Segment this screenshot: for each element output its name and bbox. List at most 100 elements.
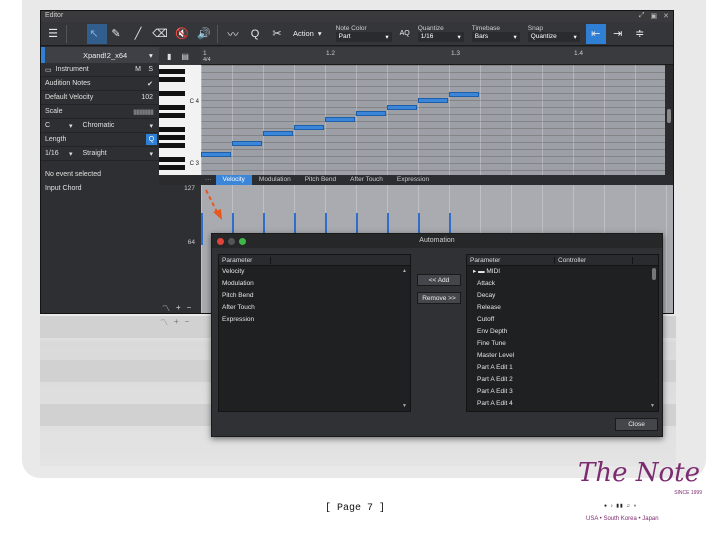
paint-tool-icon[interactable]: ╱	[128, 24, 148, 44]
instrument-select[interactable]: Xpand!2_x64 ▾	[41, 47, 159, 63]
zoom-dot-icon[interactable]	[239, 238, 246, 245]
restore-icon[interactable]: ▣	[651, 12, 658, 20]
velocity-bar[interactable]	[201, 213, 203, 245]
chevron-down-icon: ▾	[317, 29, 322, 38]
length-value[interactable]: 1/16	[45, 150, 69, 157]
scale-type[interactable]: Chromatic	[83, 122, 115, 129]
list-item[interactable]: Part A Edit 2	[467, 374, 658, 386]
list-item[interactable]: Modulation	[219, 278, 410, 290]
default-velocity-label: Default Velocity	[45, 94, 94, 101]
midi-note[interactable]	[387, 105, 417, 110]
pin-icon[interactable]: ⤢	[639, 12, 645, 20]
audition-checkbox[interactable]: ✔	[147, 80, 153, 88]
auto-quantize-button[interactable]: AQ	[400, 30, 410, 37]
list-item[interactable]: Env Depth	[467, 326, 658, 338]
callout-arrow	[205, 189, 222, 220]
snap-toggle-icon[interactable]: ⇤	[585, 23, 606, 44]
zoom-toggle-icon[interactable]: ≑	[630, 24, 650, 44]
lane-menu-icon[interactable]: ···	[201, 175, 216, 185]
eraser-tool-icon[interactable]: ⌫	[150, 24, 170, 44]
black-key[interactable]	[159, 69, 185, 74]
menu-icon[interactable]: ☰	[43, 24, 63, 44]
midi-note[interactable]	[356, 111, 386, 116]
tab-modulation[interactable]: Modulation	[252, 175, 298, 185]
list-item[interactable]: Part A Edit 4	[467, 398, 658, 410]
black-key[interactable]	[159, 127, 185, 132]
lane-curve-icon[interactable]: 〽	[162, 303, 170, 313]
piano-keyboard[interactable]: C 4 C 3	[159, 65, 201, 175]
quantize-icon[interactable]: Q	[245, 24, 265, 44]
list-item[interactable]: After Touch	[219, 302, 410, 314]
list-item[interactable]: Cutoff	[467, 314, 658, 326]
mute-button[interactable]: M	[135, 66, 141, 73]
midi-note[interactable]	[263, 131, 293, 136]
listen-tool-icon[interactable]: 🔊	[194, 24, 214, 44]
midi-folder[interactable]: ▸ ▬ MIDI	[467, 266, 658, 278]
mute-tool-icon[interactable]: 🔇	[172, 24, 192, 44]
quantize-control[interactable]: Quantize 1/16 ▾	[417, 25, 464, 42]
length-quantize-button[interactable]: Q	[146, 134, 157, 145]
action-menu[interactable]: Action ▾	[293, 29, 322, 38]
pencil-tool-icon[interactable]: ✎	[106, 24, 126, 44]
scroll-down-icon[interactable]: ▼	[402, 403, 407, 409]
track-icon[interactable]: ▮	[167, 52, 171, 61]
tab-after-touch[interactable]: After Touch	[343, 175, 390, 185]
black-key[interactable]	[159, 113, 185, 118]
scrollbar-thumb[interactable]	[652, 268, 656, 280]
tab-expression[interactable]: Expression	[390, 175, 436, 185]
input-chord-row[interactable]: Input Chord	[41, 181, 159, 195]
close-button[interactable]: Close	[615, 418, 658, 431]
tab-pitch-bend[interactable]: Pitch Bend	[298, 175, 343, 185]
length-mode[interactable]: Straight	[83, 150, 107, 157]
black-key[interactable]	[159, 165, 185, 170]
tab-velocity[interactable]: Velocity	[215, 175, 252, 185]
add-button[interactable]: << Add	[417, 274, 461, 286]
minimize-dot-icon[interactable]	[228, 238, 235, 245]
close-dot-icon[interactable]	[217, 238, 224, 245]
timebase-control[interactable]: Timebase Bars ▾	[471, 25, 520, 42]
list-item[interactable]: Part A Edit 1	[467, 362, 658, 374]
midi-note[interactable]	[418, 98, 448, 103]
black-key[interactable]	[159, 135, 185, 140]
close-icon[interactable]: ✕	[663, 12, 669, 20]
midi-note[interactable]	[325, 117, 355, 122]
scroll-up-icon[interactable]: ▲	[402, 268, 407, 274]
midi-note[interactable]	[232, 141, 262, 146]
scissors-icon[interactable]: ✂	[267, 24, 287, 44]
list-item[interactable]: Attack	[467, 278, 658, 290]
black-key[interactable]	[159, 143, 185, 148]
expand-arrow-icon[interactable]: ▸	[473, 268, 476, 275]
black-key[interactable]	[159, 105, 185, 110]
black-key[interactable]	[159, 157, 185, 162]
follow-icon[interactable]: ⇥	[608, 24, 628, 44]
piano-roll-grid[interactable]	[201, 65, 667, 175]
scroll-down-icon[interactable]: ▼	[650, 403, 655, 409]
midi-note[interactable]	[294, 125, 324, 130]
list-item[interactable]: Release	[467, 302, 658, 314]
instrument-icon[interactable]: ▤	[181, 52, 189, 61]
midi-note[interactable]	[449, 92, 479, 97]
list-item[interactable]: Master Level	[467, 350, 658, 362]
instrument-label: Instrument	[55, 66, 89, 73]
wave-icon[interactable]: 〰	[223, 24, 243, 44]
lane-add-icon[interactable]: +	[176, 303, 181, 313]
timeline-ruler[interactable]: 1 4/4 1.2 1.3 1.4	[201, 47, 673, 65]
scale-root[interactable]: C	[45, 122, 69, 129]
list-item[interactable]: Fine Tune	[467, 338, 658, 350]
list-item[interactable]: Part A Edit 3	[467, 386, 658, 398]
note-color-control[interactable]: Note Color Part ▾	[335, 25, 392, 42]
remove-button[interactable]: Remove >>	[417, 292, 461, 304]
solo-button[interactable]: S	[148, 66, 153, 73]
lane-remove-icon[interactable]: −	[187, 303, 192, 313]
list-item[interactable]: Expression	[219, 314, 410, 326]
black-key[interactable]	[159, 77, 185, 82]
scrollbar-thumb[interactable]	[667, 109, 671, 123]
list-item[interactable]: Pitch Bend	[219, 290, 410, 302]
list-item[interactable]: Decay	[467, 290, 658, 302]
default-velocity-value[interactable]: 102	[141, 94, 153, 101]
snap-control[interactable]: Snap Quantize ▾	[527, 25, 580, 42]
black-key[interactable]	[159, 91, 185, 96]
list-item[interactable]: Velocity	[219, 266, 410, 278]
piano-roll-scrollbar[interactable]	[665, 65, 673, 175]
midi-note[interactable]	[201, 152, 231, 157]
